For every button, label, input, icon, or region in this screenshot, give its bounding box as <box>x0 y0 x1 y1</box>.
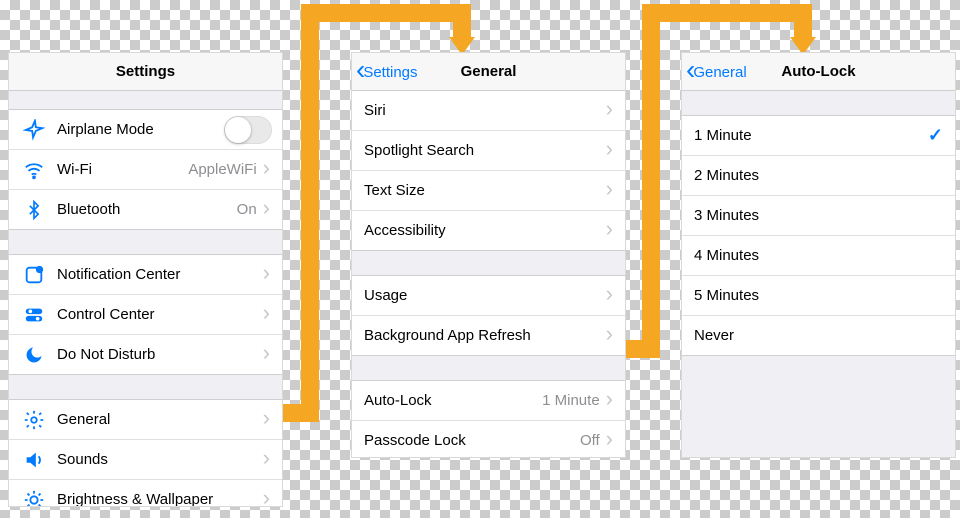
option-label: 2 Minutes <box>694 167 943 184</box>
row-value: 1 Minute <box>542 392 600 409</box>
row-usage[interactable]: Usage › <box>352 276 625 316</box>
general-group-1: Siri › Spotlight Search › Text Size › Ac… <box>352 91 625 251</box>
back-label: General <box>693 64 746 81</box>
back-button[interactable]: ‹ General <box>686 53 747 91</box>
row-label: Brightness & Wallpaper <box>57 491 263 507</box>
back-label: Settings <box>363 64 417 81</box>
settings-group-system: General › Sounds › Brightness & Wallpape… <box>9 399 282 507</box>
row-value: Off <box>580 432 600 449</box>
row-do-not-disturb[interactable]: Do Not Disturb › <box>9 335 282 375</box>
option-label: 5 Minutes <box>694 287 943 304</box>
row-notification-center[interactable]: Notification Center › <box>9 255 282 295</box>
row-spotlight-search[interactable]: Spotlight Search › <box>352 131 625 171</box>
settings-panel: Settings Airplane Mode Wi-Fi AppleWiFi ›… <box>8 52 283 507</box>
flow-arrow-1 <box>301 4 471 22</box>
option-label: 3 Minutes <box>694 207 943 224</box>
autolock-panel: ‹ General Auto-Lock 1 Minute ✓ 2 Minutes… <box>681 52 956 458</box>
row-value: AppleWiFi <box>188 161 256 178</box>
flow-arrow-2 <box>642 4 812 22</box>
row-label: Auto-Lock <box>364 392 542 409</box>
row-label: Airplane Mode <box>57 121 224 138</box>
general-panel: ‹ Settings General Siri › Spotlight Sear… <box>351 52 626 458</box>
flow-arrow-2 <box>642 4 660 358</box>
row-label: Siri <box>364 102 606 119</box>
row-general[interactable]: General › <box>9 400 282 440</box>
option-5-minutes[interactable]: 5 Minutes <box>682 276 955 316</box>
airplane-toggle[interactable] <box>224 116 272 144</box>
row-control-center[interactable]: Control Center › <box>9 295 282 335</box>
row-label: Sounds <box>57 451 263 468</box>
control-center-icon <box>21 302 47 328</box>
row-airplane-mode[interactable]: Airplane Mode <box>9 110 282 150</box>
autolock-header: ‹ General Auto-Lock <box>682 53 955 91</box>
row-label: Bluetooth <box>57 201 237 218</box>
airplane-icon <box>21 117 47 143</box>
settings-group-connectivity: Airplane Mode Wi-Fi AppleWiFi › Bluetoot… <box>9 109 282 230</box>
row-background-app-refresh[interactable]: Background App Refresh › <box>352 316 625 356</box>
general-group-2: Usage › Background App Refresh › <box>352 275 625 356</box>
row-label: Control Center <box>57 306 263 323</box>
row-bluetooth[interactable]: Bluetooth On › <box>9 190 282 230</box>
bluetooth-icon <box>21 197 47 223</box>
settings-title: Settings <box>116 63 175 80</box>
general-group-3: Auto-Lock 1 Minute › Passcode Lock Off ›… <box>352 380 625 458</box>
gear-icon <box>21 407 47 433</box>
row-text-size[interactable]: Text Size › <box>352 171 625 211</box>
settings-group-notifications: Notification Center › Control Center › D… <box>9 254 282 375</box>
flow-arrow-1 <box>301 4 319 422</box>
autolock-title: Auto-Lock <box>781 63 855 80</box>
row-label: Background App Refresh <box>364 327 606 344</box>
notification-icon <box>21 262 47 288</box>
row-label: Do Not Disturb <box>57 346 263 363</box>
row-label: Passcode Lock <box>364 432 580 449</box>
row-passcode-lock[interactable]: Passcode Lock Off › <box>352 421 625 458</box>
settings-header: Settings <box>9 53 282 91</box>
option-3-minutes[interactable]: 3 Minutes <box>682 196 955 236</box>
row-value: On <box>237 201 257 218</box>
option-4-minutes[interactable]: 4 Minutes <box>682 236 955 276</box>
general-title: General <box>461 63 517 80</box>
row-sounds[interactable]: Sounds › <box>9 440 282 480</box>
row-brightness[interactable]: Brightness & Wallpaper › <box>9 480 282 507</box>
row-accessibility[interactable]: Accessibility › <box>352 211 625 251</box>
speaker-icon <box>21 447 47 473</box>
option-label: Never <box>694 327 943 344</box>
row-label: Text Size <box>364 182 606 199</box>
brightness-icon <box>21 487 47 508</box>
row-label: Wi-Fi <box>57 161 188 178</box>
row-label: Spotlight Search <box>364 142 606 159</box>
back-button[interactable]: ‹ Settings <box>356 53 418 91</box>
flow-arrow-1 <box>453 4 471 37</box>
wifi-icon <box>21 157 47 183</box>
option-never[interactable]: Never <box>682 316 955 356</box>
row-wifi[interactable]: Wi-Fi AppleWiFi › <box>9 150 282 190</box>
row-label: Accessibility <box>364 222 606 239</box>
row-siri[interactable]: Siri › <box>352 91 625 131</box>
option-label: 1 Minute <box>694 127 928 144</box>
autolock-options: 1 Minute ✓ 2 Minutes 3 Minutes 4 Minutes… <box>682 115 955 356</box>
row-auto-lock[interactable]: Auto-Lock 1 Minute › <box>352 381 625 421</box>
moon-icon <box>21 342 47 368</box>
option-label: 4 Minutes <box>694 247 943 264</box>
flow-arrow-2 <box>794 4 812 37</box>
checkmark-icon: ✓ <box>928 125 943 146</box>
option-2-minutes[interactable]: 2 Minutes <box>682 156 955 196</box>
option-1-minute[interactable]: 1 Minute ✓ <box>682 116 955 156</box>
row-label: General <box>57 411 263 428</box>
general-header: ‹ Settings General <box>352 53 625 91</box>
row-label: Usage <box>364 287 606 304</box>
row-label: Notification Center <box>57 266 263 283</box>
